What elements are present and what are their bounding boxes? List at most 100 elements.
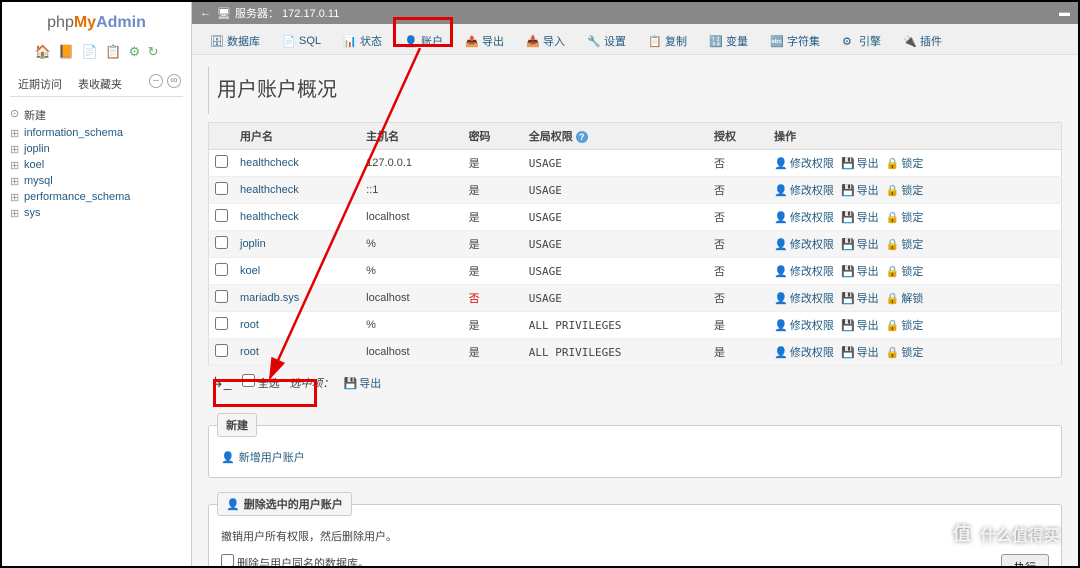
lock-icon: 🔒 (886, 292, 900, 305)
tab-6[interactable]: 🔧设置 (577, 28, 636, 54)
lock-user[interactable]: 🔒锁定 (886, 158, 924, 170)
nav-icon[interactable]: 📋 (105, 44, 121, 60)
user-link[interactable]: root (240, 346, 259, 358)
tree-db-information_schema[interactable]: information_schema (10, 125, 183, 141)
user-icon: 👤 (774, 346, 788, 359)
tab-0[interactable]: 🗄数据库 (200, 28, 270, 54)
tab-10[interactable]: ⚙引擎 (832, 28, 891, 54)
edit-privileges[interactable]: 👤修改权限 (774, 212, 834, 224)
user-link[interactable]: koel (240, 265, 260, 277)
pass-cell: 是 (463, 339, 523, 366)
add-user-link[interactable]: 👤新增用户账户 (221, 449, 1049, 465)
user-link[interactable]: root (240, 319, 259, 331)
lock-user[interactable]: 🔒锁定 (886, 212, 924, 224)
sidebar-tab-favorites[interactable]: 表收藏夹 (70, 72, 130, 96)
help-icon[interactable]: ? (576, 131, 588, 143)
row-checkbox[interactable] (215, 263, 228, 276)
export-user[interactable]: 💾导出 (841, 347, 879, 359)
collapse-topbar-icon[interactable]: ▬ (1059, 7, 1070, 19)
row-checkbox[interactable] (215, 317, 228, 330)
export-user[interactable]: 💾导出 (841, 293, 879, 305)
col-password: 密码 (463, 123, 523, 150)
tree-db-koel[interactable]: koel (10, 157, 183, 173)
drop-db-option[interactable]: 删除与用户同名的数据库。 (221, 558, 369, 566)
priv-cell: ALL PRIVILEGES (523, 312, 708, 339)
export-user[interactable]: 💾导出 (841, 185, 879, 197)
lock-icon: 🔒 (886, 184, 900, 197)
lock-user[interactable]: 🔒锁定 (886, 239, 924, 251)
edit-privileges[interactable]: 👤修改权限 (774, 266, 834, 278)
export-user[interactable]: 💾导出 (841, 239, 879, 251)
tree-db-performance_schema[interactable]: performance_schema (10, 189, 183, 205)
tab-5[interactable]: 📥导入 (516, 28, 575, 54)
tab-2[interactable]: 📊状态 (333, 28, 392, 54)
edit-privileges[interactable]: 👤修改权限 (774, 320, 834, 332)
bulk-export[interactable]: 💾导出 (344, 375, 382, 391)
user-link[interactable]: joplin (240, 238, 266, 250)
table-row: healthcheck127.0.0.1是USAGE否👤修改权限 💾导出 🔒锁定 (209, 150, 1062, 177)
expand-icon[interactable]: ∞ (167, 74, 181, 88)
edit-privileges[interactable]: 👤修改权限 (774, 158, 834, 170)
export-user[interactable]: 💾导出 (841, 320, 879, 332)
logout-icon[interactable]: 📙 (58, 44, 74, 60)
user-icon: 👤 (774, 265, 788, 278)
watermark-icon: 值 (948, 520, 976, 548)
table-row: mariadb.syslocalhost否USAGE否👤修改权限 💾导出 🔒解锁 (209, 285, 1062, 312)
tab-icon: 👤 (404, 35, 417, 48)
row-checkbox[interactable] (215, 155, 228, 168)
content: 用户账户概况 用户名 主机名 密码 全局权限 ? 授权 操作 healthche… (192, 55, 1078, 566)
tab-4[interactable]: 📤导出 (455, 28, 514, 54)
select-all-checkbox[interactable] (242, 374, 255, 387)
tree-db-mysql[interactable]: mysql (10, 173, 183, 189)
edit-privileges[interactable]: 👤修改权限 (774, 293, 834, 305)
select-all[interactable]: 全选 (242, 374, 280, 391)
tab-11[interactable]: 🔌插件 (893, 28, 952, 54)
pass-cell: 是 (463, 312, 523, 339)
lock-user[interactable]: 🔒锁定 (886, 185, 924, 197)
host-cell: % (360, 312, 462, 339)
lock-user[interactable]: 🔒锁定 (886, 320, 924, 332)
lock-user[interactable]: 🔒锁定 (886, 347, 924, 359)
nav-left-icon[interactable]: ← (200, 7, 211, 19)
user-link[interactable]: healthcheck (240, 184, 299, 196)
edit-privileges[interactable]: 👤修改权限 (774, 239, 834, 251)
tab-8[interactable]: 🔢变量 (699, 28, 758, 54)
logo[interactable]: phpMyAdmin (10, 10, 183, 40)
tree-new-db[interactable]: 新建 (10, 105, 183, 125)
tree-db-joplin[interactable]: joplin (10, 141, 183, 157)
priv-cell: USAGE (523, 258, 708, 285)
user-link[interactable]: healthcheck (240, 211, 299, 223)
user-link[interactable]: healthcheck (240, 157, 299, 169)
tab-9[interactable]: 🔤字符集 (760, 28, 830, 54)
reload-icon[interactable]: ↻ (148, 44, 159, 60)
export-user[interactable]: 💾导出 (841, 158, 879, 170)
tree-db-sys[interactable]: sys (10, 205, 183, 221)
tab-1[interactable]: 📄SQL (272, 28, 331, 54)
row-checkbox[interactable] (215, 182, 228, 195)
user-icon: 👤 (774, 157, 788, 170)
lock-user[interactable]: 🔒锁定 (886, 266, 924, 278)
new-legend: 新建 (217, 413, 257, 437)
row-checkbox[interactable] (215, 209, 228, 222)
grant-cell: 否 (708, 258, 768, 285)
row-checkbox[interactable] (215, 236, 228, 249)
drop-db-checkbox[interactable] (221, 554, 234, 566)
docs-icon[interactable]: 📄 (82, 44, 98, 60)
settings-icon[interactable]: ⚙ (129, 44, 141, 60)
row-checkbox[interactable] (215, 290, 228, 303)
tab-3[interactable]: 👤账户 (394, 28, 453, 54)
home-icon[interactable]: 🏠 (34, 44, 50, 60)
table-row: healthchecklocalhost是USAGE否👤修改权限 💾导出 🔒锁定 (209, 204, 1062, 231)
export-icon: 💾 (841, 319, 855, 332)
user-link[interactable]: mariadb.sys (240, 292, 299, 304)
sidebar-tab-recent[interactable]: 近期访问 (10, 72, 70, 96)
lock-user[interactable]: 🔒解锁 (886, 293, 924, 305)
edit-privileges[interactable]: 👤修改权限 (774, 185, 834, 197)
collapse-icon[interactable]: – (149, 74, 163, 88)
edit-privileges[interactable]: 👤修改权限 (774, 347, 834, 359)
row-checkbox[interactable] (215, 344, 228, 357)
export-user[interactable]: 💾导出 (841, 212, 879, 224)
execute-button[interactable]: 执行 (1001, 554, 1049, 566)
tab-7[interactable]: 📋复制 (638, 28, 697, 54)
export-user[interactable]: 💾导出 (841, 266, 879, 278)
